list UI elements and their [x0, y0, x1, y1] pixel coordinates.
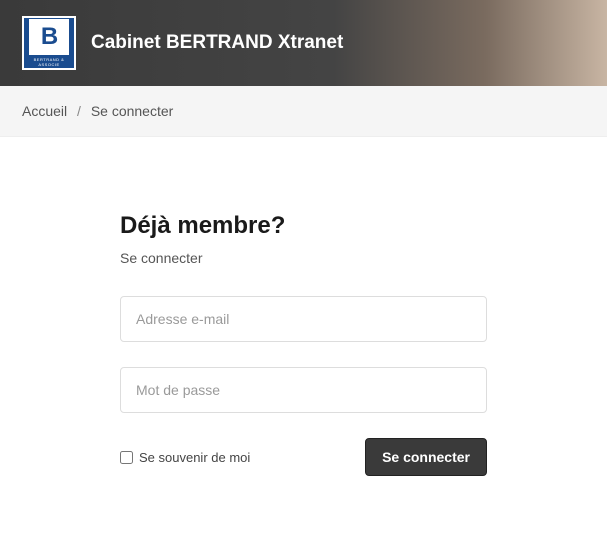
remember-checkbox[interactable]	[120, 451, 133, 464]
site-title: Cabinet BERTRAND Xtranet	[91, 32, 343, 54]
logo-letter: B	[41, 23, 57, 51]
remember-label: Se souvenir de moi	[139, 450, 250, 465]
password-field[interactable]	[120, 367, 487, 413]
breadcrumb-home[interactable]: Accueil	[22, 103, 67, 119]
remember-me[interactable]: Se souvenir de moi	[120, 450, 250, 465]
breadcrumb: Accueil / Se connecter	[0, 86, 607, 137]
login-subtitle: Se connecter	[120, 250, 487, 266]
logo-icon: B	[29, 19, 69, 55]
email-field-wrap	[120, 296, 487, 342]
logo-subtext: BERTRAND & ASSOCIE	[24, 57, 74, 67]
breadcrumb-current: Se connecter	[91, 103, 174, 119]
site-header: B BERTRAND & ASSOCIE Cabinet BERTRAND Xt…	[0, 0, 607, 86]
breadcrumb-sep: /	[77, 103, 81, 119]
login-panel: Déjà membre? Se connecter Se souvenir de…	[0, 137, 607, 516]
email-field[interactable]	[120, 296, 487, 342]
password-field-wrap	[120, 367, 487, 413]
login-title: Déjà membre?	[120, 212, 487, 240]
login-footer-row: Se souvenir de moi Se connecter	[120, 438, 487, 476]
site-logo[interactable]: B BERTRAND & ASSOCIE	[22, 16, 76, 70]
login-submit-button[interactable]: Se connecter	[365, 438, 487, 476]
